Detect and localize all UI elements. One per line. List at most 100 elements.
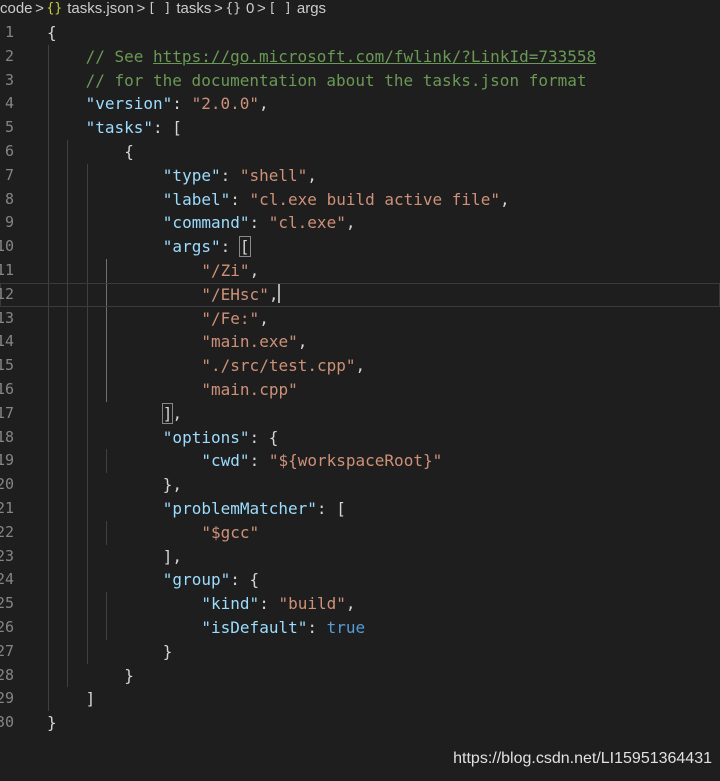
line-number: 28 xyxy=(0,665,14,684)
code-line[interactable]: 13 "/Fe:", xyxy=(0,307,720,331)
code-line[interactable]: 14 "main.exe", xyxy=(0,330,720,354)
json-string: "${workspaceRoot}" xyxy=(268,451,443,471)
breadcrumb-item[interactable]: {} 0 xyxy=(225,0,254,17)
code-line[interactable]: 21 "problemMatcher": [ xyxy=(0,497,720,521)
code-line[interactable]: 5 "tasks": [ xyxy=(0,116,720,140)
link[interactable]: https://go.microsoft.com/fwlink/?LinkId=… xyxy=(153,47,596,66)
code-line[interactable]: 23], xyxy=(0,545,720,569)
json-file-icon: {} xyxy=(46,1,63,16)
punctuation: } xyxy=(162,641,173,661)
breadcrumb-separator: > xyxy=(214,0,223,17)
code-text: // See https://go.microsoft.com/fwlink/?… xyxy=(86,45,597,69)
breadcrumb-item[interactable]: code xyxy=(0,0,33,17)
breadcrumb-separator: > xyxy=(136,0,146,17)
breadcrumb-item[interactable]: {} tasks.json xyxy=(47,0,134,17)
json-boolean: true xyxy=(326,618,366,637)
punctuation: } xyxy=(124,665,134,685)
code-line[interactable]: 9 "command": "cl.exe", xyxy=(0,211,720,235)
code-line[interactable]: 22 "$gcc" xyxy=(0,521,720,545)
code-line[interactable]: 11 "/Zi", xyxy=(0,259,720,283)
json-string: "./src/test.cpp" xyxy=(201,356,356,376)
json-string: "shell" xyxy=(239,165,308,185)
code-line[interactable]: 8 "label": "cl.exe build active file", xyxy=(0,188,720,212)
json-string: "/Zi" xyxy=(201,261,250,280)
code-line[interactable]: 4 "version": "2.0.0", xyxy=(0,92,720,116)
code-line[interactable]: 27} xyxy=(0,640,720,664)
code-text: "cwd": "${workspaceRoot}" xyxy=(201,449,442,473)
line-number: 26 xyxy=(0,618,14,636)
json-string: "2.0.0" xyxy=(191,94,259,114)
json-string: "/Fe:" xyxy=(201,308,260,328)
code-line[interactable]: 19 "cwd": "${workspaceRoot}" xyxy=(0,449,720,473)
punctuation: , xyxy=(499,189,510,209)
code-text: "main.exe", xyxy=(201,330,307,354)
code-text: }, xyxy=(163,473,182,497)
code-line[interactable]: 12 "/EHsc", xyxy=(0,282,720,307)
line-number: 17 xyxy=(0,403,14,422)
breadcrumb: code >{} tasks.json >[ ] tasks >{} 0 >[ ] args xyxy=(0,0,720,17)
line-number: 22 xyxy=(0,522,14,541)
text-cursor xyxy=(278,283,281,303)
code-text: "/Zi", xyxy=(201,259,259,283)
line-number: 25 xyxy=(0,594,14,613)
json-key: "problemMatcher" xyxy=(162,499,317,518)
punctuation: : { xyxy=(230,570,260,590)
breadcrumb-item-label: 0 xyxy=(246,0,255,17)
code-line[interactable]: 10 "args": [ xyxy=(0,235,720,259)
line-number: 3 xyxy=(4,70,14,89)
json-string: "/EHsc" xyxy=(201,284,269,304)
code-line[interactable]: 25 "kind": "build", xyxy=(0,592,720,616)
punctuation: , xyxy=(345,213,356,233)
json-key: "label" xyxy=(162,189,231,209)
punctuation: : xyxy=(220,237,240,257)
punctuation: ], xyxy=(162,546,183,566)
code-line[interactable]: 16 "main.cpp" xyxy=(0,378,720,402)
code-line[interactable]: 1{ xyxy=(0,21,720,45)
json-string: "$gcc" xyxy=(201,522,260,542)
code-text: "options": { xyxy=(163,426,279,450)
code-line[interactable]: 30} xyxy=(0,711,720,735)
code-editor[interactable]: 1{2// See https://go.microsoft.com/fwlin… xyxy=(0,21,720,741)
punctuation: , xyxy=(259,308,269,328)
punctuation: : xyxy=(220,165,240,185)
code-text: "tasks": [ xyxy=(86,116,182,140)
punctuation: , xyxy=(307,165,317,185)
json-key: "version" xyxy=(85,94,173,114)
code-line[interactable]: 6{ xyxy=(0,140,720,164)
code-line[interactable]: 29] xyxy=(0,687,720,711)
json-string: "cl.exe" xyxy=(268,213,346,233)
breadcrumb-item-label: tasks xyxy=(176,0,212,17)
line-number: 27 xyxy=(0,641,14,660)
line-number: 23 xyxy=(0,546,14,565)
code-line[interactable]: 26 "isDefault": true xyxy=(0,616,720,640)
json-string: "cl.exe build active file" xyxy=(249,189,500,209)
punctuation: : { xyxy=(249,427,279,447)
breadcrumb-item[interactable]: [ ] tasks xyxy=(148,0,212,17)
line-number: 18 xyxy=(0,427,14,446)
code-text: "$gcc" xyxy=(201,521,259,545)
code-line[interactable]: 7 "type": "shell", xyxy=(0,164,720,188)
line-number: 30 xyxy=(0,713,14,732)
code-line[interactable]: 3 // for the documentation about the task… xyxy=(0,69,720,93)
code-line[interactable]: 18 "options": { xyxy=(0,426,720,450)
code-text: "/EHsc", xyxy=(201,283,281,307)
code-line[interactable]: 28} xyxy=(0,664,720,688)
json-key: "args" xyxy=(162,237,221,257)
punctuation: } xyxy=(47,713,57,733)
line-number: 29 xyxy=(0,689,14,708)
code-text: "kind": "build", xyxy=(201,592,355,616)
comment: // See xyxy=(85,46,154,66)
json-string: "main.cpp" xyxy=(201,380,298,399)
code-line[interactable]: 2 // See https://go.microsoft.com/fwlink/… xyxy=(0,45,720,69)
code-line[interactable]: 17], xyxy=(0,402,720,426)
code-line[interactable]: 24 "group": { xyxy=(0,568,720,592)
code-line[interactable]: 20}, xyxy=(0,473,720,497)
code-line[interactable]: 15 "./src/test.cpp", xyxy=(0,354,720,378)
code-text: "./src/test.cpp", xyxy=(201,354,365,378)
breadcrumb-item[interactable]: [ ] args xyxy=(268,0,326,17)
code-text: } xyxy=(47,711,57,735)
punctuation: , xyxy=(259,94,269,114)
punctuation: , xyxy=(355,356,366,376)
punctuation: , xyxy=(249,261,260,280)
object-icon: {} xyxy=(225,1,242,16)
